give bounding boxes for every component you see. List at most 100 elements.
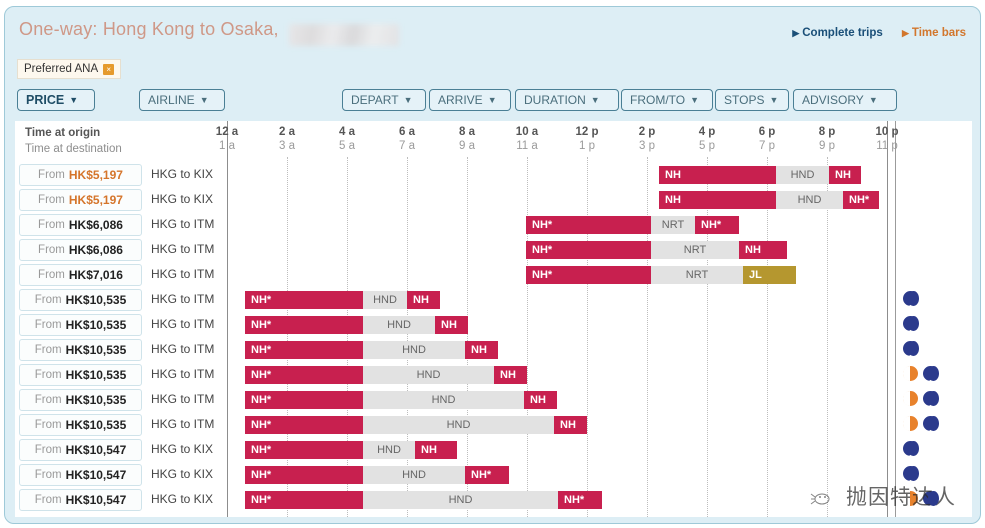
advisory-icons[interactable] — [903, 315, 923, 333]
preferred-airline-tag[interactable]: Preferred ANA × — [17, 59, 122, 79]
advisory-icons[interactable] — [903, 465, 923, 483]
flight-segment-bar[interactable]: NH — [554, 416, 587, 434]
price-button[interactable]: From HK$10,535 — [19, 414, 142, 436]
price-button[interactable]: From HK$10,535 — [19, 289, 142, 311]
layover-segment-bar[interactable]: HND — [363, 416, 554, 434]
layover-segment-bar[interactable]: HND — [363, 291, 407, 309]
price-button[interactable]: From HK$10,547 — [19, 464, 142, 486]
layover-segment-bar[interactable]: HND — [363, 391, 524, 409]
layover-segment-bar[interactable]: HND — [363, 441, 415, 459]
flight-segment-bar[interactable]: NH — [415, 441, 457, 459]
filter-arrive-button[interactable]: ARRIVE ▼ — [429, 89, 511, 111]
filter-price-button[interactable]: PRICE ▼ — [17, 89, 95, 111]
price-button[interactable]: From HK$10,535 — [19, 339, 142, 361]
price-button[interactable]: From HK$6,086 — [19, 239, 142, 261]
flight-segment-bar[interactable]: NH* — [526, 216, 651, 234]
complete-trips-link[interactable]: ▶ Complete trips — [792, 27, 882, 39]
flight-segment-bar[interactable]: NH* — [245, 291, 363, 309]
flight-row[interactable]: From HK$10,535 HKG to ITM NH* HND NH — [15, 413, 972, 438]
layover-segment-bar[interactable]: HND — [363, 466, 465, 484]
price-from-label: From — [34, 469, 62, 481]
layover-segment-bar[interactable]: NRT — [651, 266, 743, 284]
close-icon[interactable]: × — [103, 63, 115, 75]
flight-segment-bar[interactable]: NH* — [558, 491, 602, 509]
flight-row[interactable]: From HK$5,197 HKG to KIX NH HND NH* — [15, 188, 972, 213]
advisory-icons[interactable] — [903, 340, 923, 358]
layover-segment-bar[interactable]: NRT — [651, 241, 739, 259]
flight-segment-bar[interactable]: NH* — [526, 266, 651, 284]
filter-airline-button[interactable]: AIRLINE ▼ — [139, 89, 225, 111]
time-bars-link[interactable]: ▶ Time bars — [902, 27, 966, 39]
flight-row[interactable]: From HK$10,547 HKG to KIX NH* HND NH* — [15, 488, 972, 513]
filter-label: FROM/TO — [630, 93, 686, 107]
flight-segment-bar[interactable]: NH — [407, 291, 440, 309]
price-button[interactable]: From HK$10,535 — [19, 314, 142, 336]
flight-segment-bar[interactable]: JL — [743, 266, 796, 284]
flight-segment-bar[interactable]: NH* — [695, 216, 739, 234]
flight-segment-bar[interactable]: NH — [739, 241, 787, 259]
flight-row[interactable]: From HK$10,535 HKG to ITM NH* HND NH — [15, 363, 972, 388]
layover-segment-bar[interactable]: NRT — [651, 216, 695, 234]
flight-segment-bar[interactable]: NH — [524, 391, 557, 409]
price-from-label: From — [38, 244, 65, 256]
filter-depart-button[interactable]: DEPART ▼ — [342, 89, 426, 111]
price-button[interactable]: From HK$5,197 — [19, 189, 142, 211]
filter-advisory-button[interactable]: ADVISORY ▼ — [793, 89, 897, 111]
flight-row[interactable]: From HK$10,535 HKG to ITM NH* HND NH — [15, 338, 972, 363]
filter-label: PRICE — [26, 93, 65, 107]
layover-segment-bar[interactable]: HND — [363, 316, 435, 334]
layover-segment-bar[interactable]: HND — [363, 341, 465, 359]
advisory-icons[interactable] — [903, 390, 943, 408]
filter-duration-button[interactable]: DURATION ▼ — [515, 89, 619, 111]
flight-segment-bar[interactable]: NH — [659, 191, 776, 209]
advisory-icons[interactable] — [903, 490, 943, 508]
flight-segment-bar[interactable]: NH* — [526, 241, 651, 259]
flight-segment-bar[interactable]: NH* — [245, 416, 363, 434]
advisory-icons[interactable] — [903, 440, 923, 458]
flight-row[interactable]: From HK$7,016 HKG to ITM NH* NRT JL — [15, 263, 972, 288]
layover-segment-bar[interactable]: HND — [363, 491, 558, 509]
price-button[interactable]: From HK$10,547 — [19, 439, 142, 461]
price-button[interactable]: From HK$5,197 — [19, 164, 142, 186]
flight-segment-bar[interactable]: NH — [829, 166, 861, 184]
price-button[interactable]: From HK$10,535 — [19, 389, 142, 411]
price-amount: HK$10,535 — [65, 393, 127, 407]
advisory-icons[interactable] — [903, 365, 943, 383]
flight-row[interactable]: From HK$10,535 HKG to ITM NH* HND NH — [15, 388, 972, 413]
flight-row[interactable]: From HK$5,197 HKG to KIX NH HND NH — [15, 163, 972, 188]
flight-segment-bar[interactable]: NH* — [245, 316, 363, 334]
flight-segment-bar[interactable]: NH* — [465, 466, 509, 484]
flight-segment-bar[interactable]: NH* — [245, 366, 363, 384]
axis-tick-destination: 1 a — [219, 140, 235, 152]
flight-segment-bar[interactable]: NH — [435, 316, 468, 334]
flight-row[interactable]: From HK$6,086 HKG to ITM NH* NRT NH* — [15, 213, 972, 238]
filter-stops-button[interactable]: STOPS ▼ — [715, 89, 789, 111]
route-label: HKG to KIX — [151, 167, 214, 181]
layover-segment-bar[interactable]: HND — [776, 166, 829, 184]
flight-segment-bar[interactable]: NH — [465, 341, 498, 359]
layover-segment-bar[interactable]: HND — [776, 191, 843, 209]
flight-row[interactable]: From HK$6,086 HKG to ITM NH* NRT NH — [15, 238, 972, 263]
advisory-icons[interactable] — [903, 415, 943, 433]
price-button[interactable]: From HK$7,016 — [19, 264, 142, 286]
flight-segment-bar[interactable]: NH* — [245, 341, 363, 359]
flight-segment-bar[interactable]: NH* — [843, 191, 879, 209]
night-moon-icon — [923, 491, 939, 507]
flight-row[interactable]: From HK$10,535 HKG to ITM NH* HND NH — [15, 313, 972, 338]
advisory-icons[interactable] — [903, 290, 923, 308]
flight-row[interactable]: From HK$10,547 HKG to KIX NH* HND NH* — [15, 463, 972, 488]
flight-segment-bar[interactable]: NH — [659, 166, 776, 184]
filter-from-to-button[interactable]: FROM/TO ▼ — [621, 89, 713, 111]
price-button[interactable]: From HK$10,547 — [19, 489, 142, 511]
flight-segment-bar[interactable]: NH — [494, 366, 527, 384]
flight-segment-bar[interactable]: NH* — [245, 491, 363, 509]
price-button[interactable]: From HK$6,086 — [19, 214, 142, 236]
layover-segment-bar[interactable]: HND — [363, 366, 494, 384]
flight-segment-bar[interactable]: NH* — [245, 466, 363, 484]
price-button[interactable]: From HK$10,535 — [19, 364, 142, 386]
flight-row[interactable]: From HK$10,547 HKG to KIX NH* HND NH — [15, 438, 972, 463]
filter-label: ADVISORY — [802, 93, 864, 107]
flight-row[interactable]: From HK$10,535 HKG to ITM NH* HND NH — [15, 288, 972, 313]
flight-segment-bar[interactable]: NH* — [245, 441, 363, 459]
flight-segment-bar[interactable]: NH* — [245, 391, 363, 409]
